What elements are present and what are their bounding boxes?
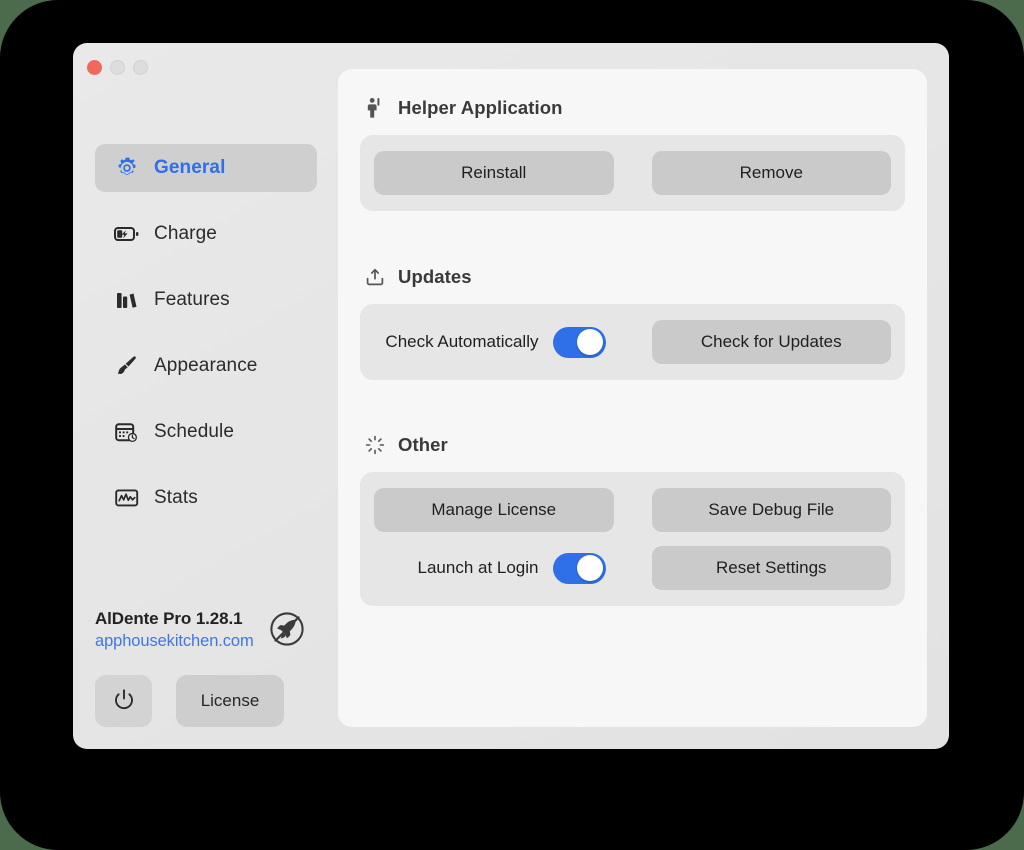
section-helper-application: Helper Application Reinstall Remove [360, 97, 905, 211]
check-automatically-row: Check Automatically [374, 326, 614, 358]
cell: Remove [651, 151, 891, 195]
cell: Save Debug File [651, 488, 891, 532]
toggle-knob [577, 329, 603, 355]
gear-icon [113, 155, 141, 181]
check-automatically-label: Check Automatically [385, 332, 539, 351]
cell: Reset Settings [651, 546, 891, 590]
waveform-icon [113, 485, 141, 511]
section-header: Helper Application [360, 97, 905, 119]
brand-text: AlDente Pro 1.28.1 apphousekitchen.com [95, 607, 254, 651]
cell: Reinstall [374, 151, 614, 195]
section-title: Updates [398, 266, 472, 287]
sidebar-item-label: Appearance [154, 355, 258, 376]
sidebar-footer: AlDente Pro 1.28.1 apphousekitchen.com L… [95, 607, 317, 727]
cell: Manage License [374, 488, 614, 532]
main-panel: Helper Application Reinstall Remove Upda… [338, 69, 927, 727]
brand-row: AlDente Pro 1.28.1 apphousekitchen.com [95, 607, 317, 654]
sidebar: General Charge Features Appearance Sched… [73, 43, 338, 749]
launch-at-login-toggle[interactable] [552, 552, 606, 584]
sidebar-item-label: Features [154, 289, 230, 310]
paintbrush-icon [113, 353, 141, 379]
sidebar-item-label: General [154, 157, 226, 178]
toggle-knob [577, 555, 603, 581]
license-button[interactable]: License [176, 675, 284, 727]
updates-card: Check Automatically Check for Updates [360, 304, 905, 380]
check-automatically-toggle[interactable] [552, 326, 606, 358]
maximize-window-button[interactable] [133, 60, 148, 75]
sidebar-item-general[interactable]: General [95, 144, 317, 192]
app-window: General Charge Features Appearance Sched… [73, 43, 949, 749]
person-raised-hand-icon [364, 97, 386, 119]
battery-bolt-icon [113, 221, 141, 247]
website-link[interactable]: apphousekitchen.com [95, 632, 254, 651]
footer-buttons: License [95, 675, 317, 727]
reinstall-button[interactable]: Reinstall [374, 151, 614, 195]
card-row: Check Automatically Check for Updates [374, 320, 891, 364]
minimize-window-button[interactable] [110, 60, 125, 75]
tray-arrow-down-icon [364, 266, 386, 288]
window-traffic-lights [87, 60, 148, 75]
remove-button[interactable]: Remove [651, 151, 891, 195]
sidebar-item-appearance[interactable]: Appearance [95, 342, 317, 390]
sidebar-item-label: Charge [154, 223, 217, 244]
helper-card: Reinstall Remove [360, 135, 905, 211]
section-updates: Updates Check Automatically Check for Up… [360, 266, 905, 380]
cell: Check for Updates [651, 320, 891, 364]
close-window-button[interactable] [87, 60, 102, 75]
calendar-clock-icon [113, 419, 141, 445]
section-title: Other [398, 434, 448, 455]
sidebar-nav: General Charge Features Appearance Sched… [95, 144, 317, 540]
card-row: Manage License Save Debug File [374, 488, 891, 532]
sidebar-item-features[interactable]: Features [95, 276, 317, 324]
rocket-circle-icon [267, 609, 307, 654]
sidebar-item-stats[interactable]: Stats [95, 474, 317, 522]
card-row: Reinstall Remove [374, 151, 891, 195]
power-button[interactable] [95, 675, 152, 727]
reset-settings-button[interactable]: Reset Settings [651, 546, 891, 590]
sidebar-item-schedule[interactable]: Schedule [95, 408, 317, 456]
card-row: Launch at Login Reset Settings [374, 546, 891, 590]
section-header: Updates [360, 266, 905, 288]
other-card: Manage License Save Debug File Launch at… [360, 472, 905, 606]
section-title: Helper Application [398, 97, 563, 118]
sidebar-item-label: Schedule [154, 421, 235, 442]
app-name: AlDente Pro 1.28.1 [95, 609, 243, 628]
launch-at-login-label: Launch at Login [417, 558, 539, 577]
power-icon [111, 687, 137, 716]
sidebar-item-charge[interactable]: Charge [95, 210, 317, 258]
cell: Launch at Login [374, 546, 614, 590]
manage-license-button[interactable]: Manage License [374, 488, 614, 532]
sidebar-item-label: Stats [154, 487, 198, 508]
save-debug-file-button[interactable]: Save Debug File [651, 488, 891, 532]
launch-at-login-row: Launch at Login [374, 552, 614, 584]
cell: Check Automatically [374, 320, 614, 364]
section-other: Other Manage License Save Debug File Lau… [360, 434, 905, 606]
books-icon [113, 287, 141, 313]
spinner-rays-icon [364, 434, 386, 456]
section-header: Other [360, 434, 905, 456]
check-for-updates-button[interactable]: Check for Updates [651, 320, 891, 364]
